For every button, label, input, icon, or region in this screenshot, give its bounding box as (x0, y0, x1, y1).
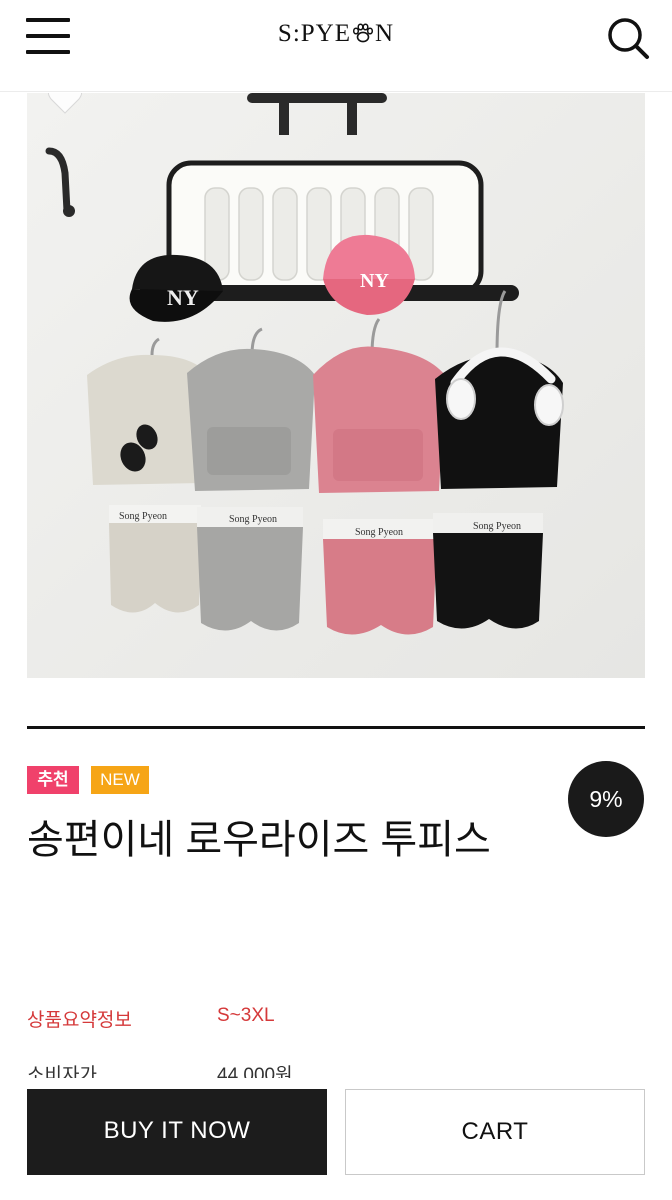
menu-line (26, 50, 70, 54)
logo-text-right: N (375, 20, 395, 47)
cap-logo-black: NY (167, 285, 199, 310)
recommended-badge: 추천 (27, 766, 79, 794)
cap-logo-pink: NY (360, 270, 389, 292)
logo-text-left: S:PYE (277, 20, 352, 47)
buy-it-now-button[interactable]: BUY IT NOW (27, 1089, 327, 1175)
brand-logo[interactable]: S:PYE N (0, 20, 672, 48)
wishlist-heart-icon[interactable] (47, 93, 83, 115)
waistband-text-2: Song Pyeon (229, 514, 277, 525)
paw-icon (352, 23, 374, 43)
new-badge: NEW (91, 766, 149, 794)
product-image[interactable]: NY NY Song Pyeon Song Pyeon Song Pyeon S… (27, 93, 645, 678)
waistband-text-1: Song Pyeon (119, 511, 167, 522)
discount-badge: 9% (568, 761, 644, 837)
info-label: 상품요약정보 (27, 1010, 132, 1031)
bottom-action-bar: BUY IT NOW CART (0, 1078, 672, 1200)
product-photo-illustration: NY NY Song Pyeon Song Pyeon Song Pyeon S… (27, 93, 645, 678)
product-title: 송편이네 로우라이즈 투피스 (27, 818, 491, 862)
section-divider (27, 726, 645, 729)
search-icon[interactable] (606, 16, 650, 60)
waistband-text-4: Song Pyeon (473, 521, 521, 532)
info-value: S~3XL (217, 1005, 275, 1026)
top-header: S:PYE N (0, 0, 672, 92)
cart-button[interactable]: CART (345, 1089, 645, 1175)
waistband-text-3: Song Pyeon (355, 527, 403, 538)
